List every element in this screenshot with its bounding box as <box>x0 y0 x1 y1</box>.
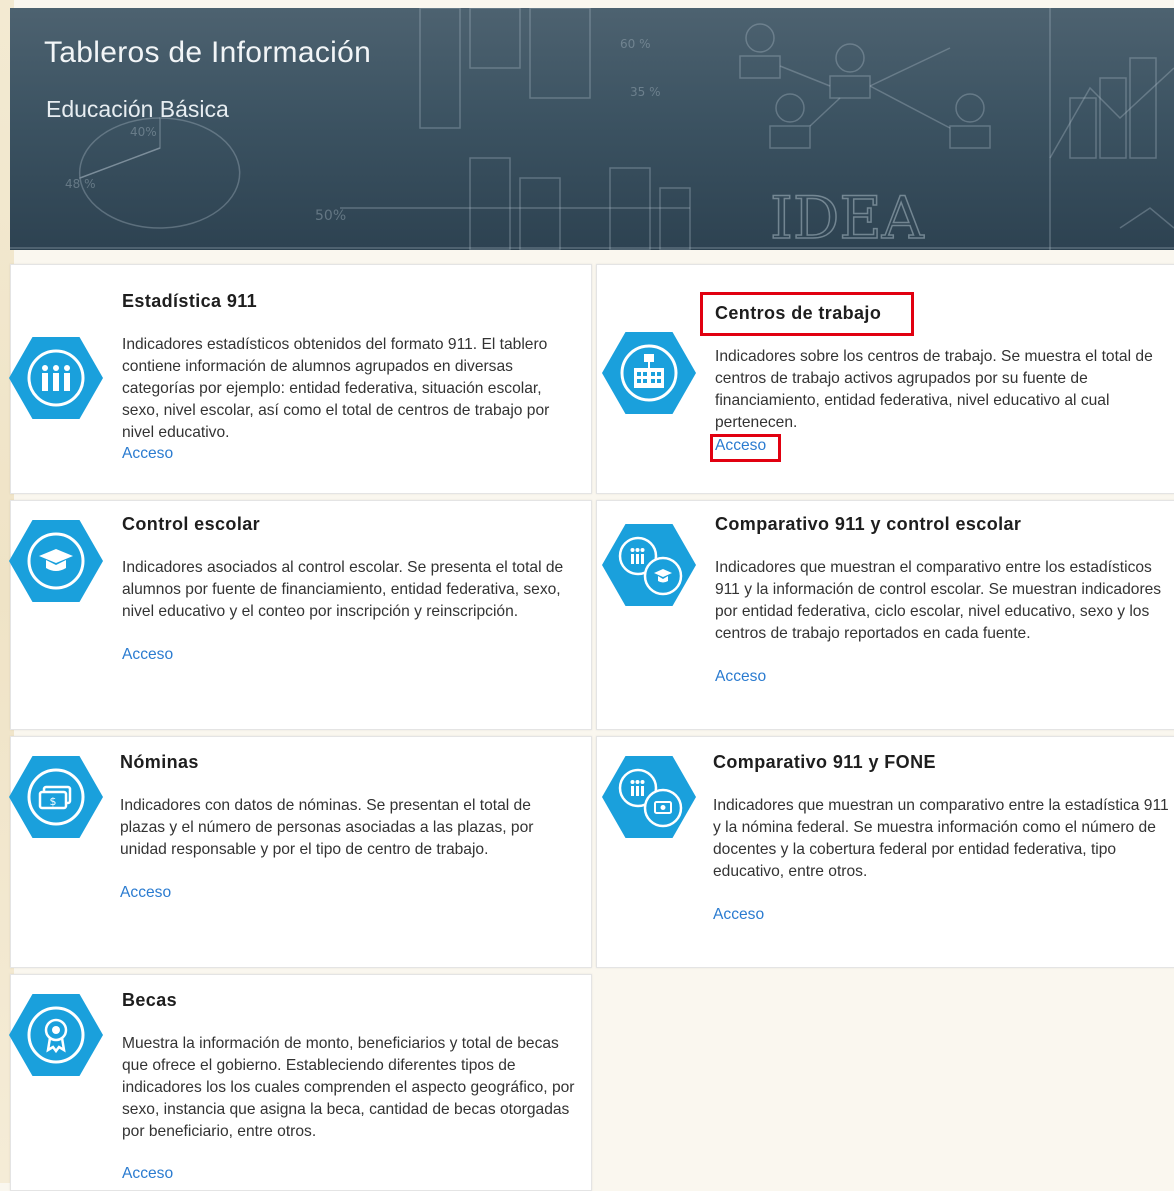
card-title-control-escolar: Control escolar <box>122 514 261 534</box>
svg-text:60 %: 60 % <box>620 37 651 51</box>
card-description-comparativo-911-fone: Indicadores que muestran un comparativo … <box>713 797 1169 880</box>
acceso-link-becas[interactable]: Acceso <box>122 1165 173 1183</box>
card-title-estadistica-911: Estadística 911 <box>122 291 258 311</box>
svg-text:IDEA: IDEA <box>770 184 925 250</box>
card-description-nominas: Indicadores con datos de nóminas. Se pre… <box>120 797 534 858</box>
card-description-comparativo-911-control-escolar: Indicadores que muestran el comparativo … <box>715 559 1162 642</box>
card-title-comparativo-911-control-escolar: Comparativo 911 y control escolar <box>715 514 1022 534</box>
acceso-link-comparativo-911-fone[interactable]: Acceso <box>713 906 764 924</box>
card-description-centros-de-trabajo: Indicadores sobre los centros de trabajo… <box>715 348 1153 431</box>
page-title: Tableros de Información <box>44 36 372 69</box>
card-title-becas: Becas <box>122 990 178 1010</box>
card-description-control-escolar: Indicadores asociados al control escolar… <box>122 559 564 620</box>
acceso-link-nominas[interactable]: Acceso <box>120 884 171 902</box>
acceso-link-estadistica-911[interactable]: Acceso <box>122 445 173 463</box>
header-banner: IDEA 60 % 35 % 50% 48 % 40% Tableros de … <box>10 8 1174 250</box>
svg-text:48 %: 48 % <box>65 177 96 191</box>
card-description-estadistica-911: Indicadores estadísticos obtenidos del f… <box>122 336 550 441</box>
card-title-centros-de-trabajo: Centros de trabajo <box>715 303 882 323</box>
page-subtitle: Educación Básica <box>46 96 229 122</box>
svg-text:50%: 50% <box>315 208 346 224</box>
card-title-comparativo-911-fone: Comparativo 911 y FONE <box>713 752 936 772</box>
acceso-link-comparativo-911-control-escolar[interactable]: Acceso <box>715 668 766 686</box>
acceso-link-centros-de-trabajo[interactable]: Acceso <box>715 437 766 455</box>
svg-text:35 %: 35 % <box>630 85 661 99</box>
acceso-link-control-escolar[interactable]: Acceso <box>122 646 173 664</box>
svg-text:40%: 40% <box>130 125 157 139</box>
svg-text:$: $ <box>50 795 57 808</box>
card-title-nominas: Nóminas <box>120 752 199 772</box>
card-description-becas: Muestra la información de monto, benefic… <box>122 1035 575 1140</box>
